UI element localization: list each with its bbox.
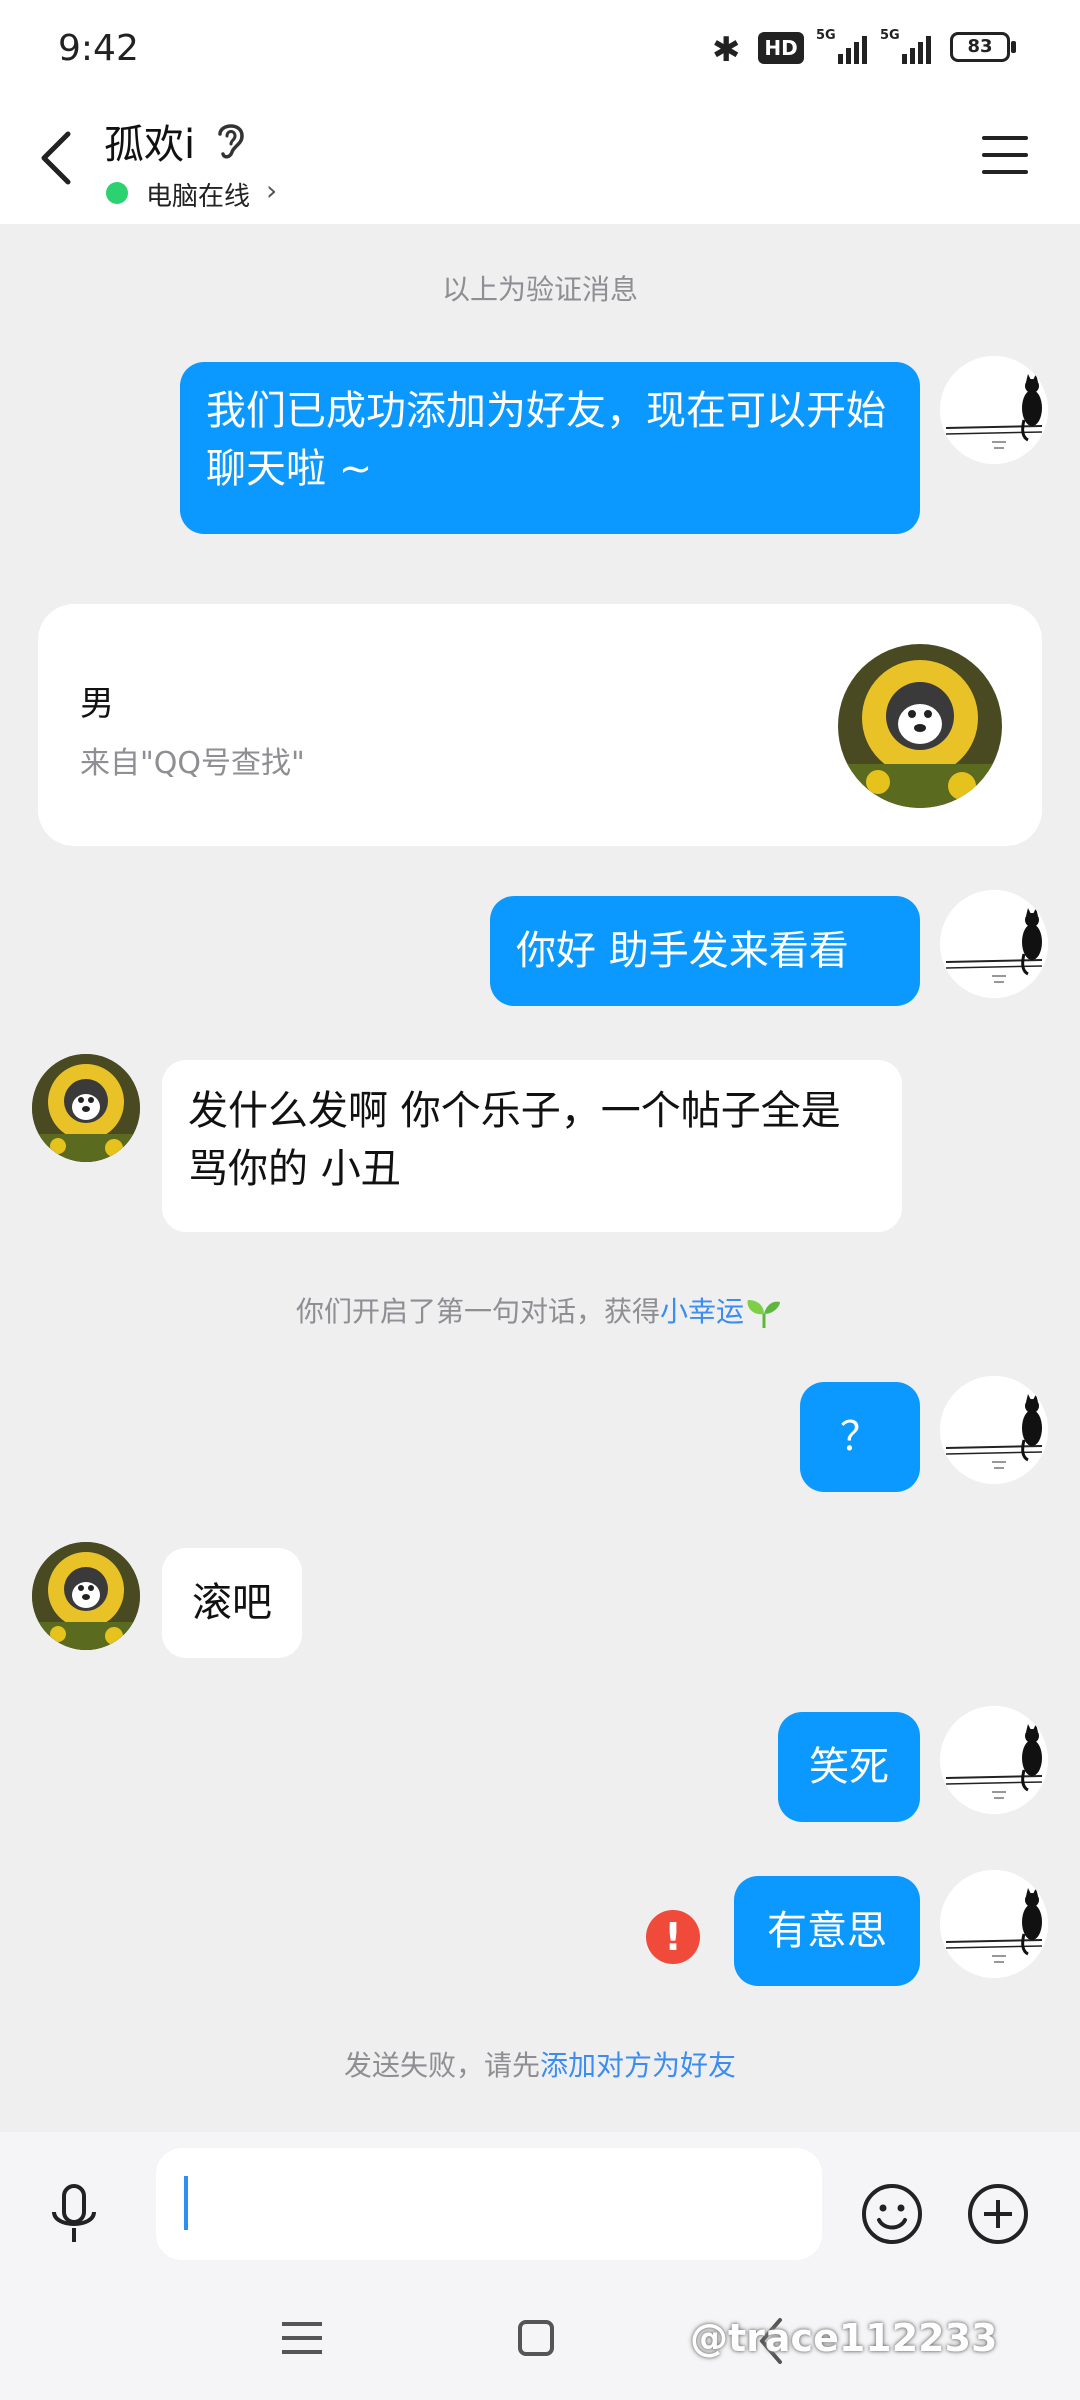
signal-icon: 5G — [880, 28, 938, 68]
hd-badge: HD — [758, 32, 804, 64]
plus-icon[interactable] — [966, 2182, 1030, 2246]
bluetooth-icon: ✱ — [712, 30, 741, 70]
peer-avatar[interactable] — [32, 1542, 140, 1650]
nav-home-icon[interactable] — [518, 2320, 554, 2356]
verification-notice: 以上为验证消息 — [441, 273, 638, 306]
first-chat-text: 你们开启了第一句对话，获得 — [295, 1295, 660, 1328]
message-input[interactable] — [156, 2148, 822, 2260]
add-friend-link[interactable]: 添加对方为好友 — [540, 2049, 736, 2082]
watermark: @trace112233 — [690, 2316, 998, 2360]
self-avatar[interactable] — [940, 356, 1048, 464]
self-avatar[interactable] — [940, 1706, 1048, 1814]
online-status[interactable]: 电脑在线 — [146, 176, 250, 213]
message-bubble-in[interactable]: 发什么发啊 你个乐子，一个帖子全是骂你的 小丑 — [162, 1060, 902, 1232]
ear-icon[interactable] — [214, 118, 248, 162]
leaf-icon — [744, 1295, 784, 1328]
first-chat-notice: 你们开启了第一句对话，获得小幸运 — [0, 1290, 1080, 1330]
emoji-icon[interactable] — [860, 2182, 924, 2246]
online-dot — [106, 182, 128, 204]
send-failed-icon[interactable]: ! — [646, 1910, 700, 1964]
message-bubble-out[interactable]: ？ — [800, 1382, 920, 1492]
self-avatar[interactable] — [940, 1376, 1048, 1484]
battery-indicator: 83 — [950, 32, 1010, 62]
chevron-right-icon[interactable]: › — [266, 174, 277, 207]
message-bubble-out[interactable]: 有意思 — [734, 1876, 920, 1986]
send-failed-notice: 发送失败，请先添加对方为好友 — [0, 2044, 1080, 2084]
lucky-link[interactable]: 小幸运 — [660, 1295, 744, 1328]
nav-recents-icon[interactable] — [282, 2322, 322, 2362]
back-arrow-icon[interactable] — [34, 128, 84, 188]
profile-source: 来自"QQ号查找" — [80, 746, 305, 781]
self-avatar[interactable] — [940, 890, 1048, 998]
message-bubble-out[interactable]: 你好 助手发来看看 — [490, 896, 920, 1006]
battery-tip — [1011, 41, 1016, 53]
signal-icon: 5G — [816, 28, 874, 68]
profile-gender: 男 — [80, 684, 114, 724]
text-caret — [184, 2176, 188, 2230]
send-failed-text: 发送失败，请先 — [343, 2049, 540, 2082]
message-bubble-out[interactable]: 笑死 — [778, 1712, 920, 1822]
message-bubble-in[interactable]: 滚吧 — [162, 1548, 302, 1658]
status-time: 9:42 — [58, 28, 139, 69]
chat-title[interactable]: 孤欢i — [104, 112, 195, 170]
menu-icon[interactable] — [982, 136, 1028, 176]
peer-avatar[interactable] — [32, 1054, 140, 1162]
message-bubble-out[interactable]: 我们已成功添加为好友，现在可以开始聊天啦 ~ — [180, 362, 920, 534]
self-avatar[interactable] — [940, 1870, 1048, 1978]
peer-avatar-large[interactable] — [838, 644, 1002, 808]
mic-icon[interactable] — [44, 2180, 104, 2252]
